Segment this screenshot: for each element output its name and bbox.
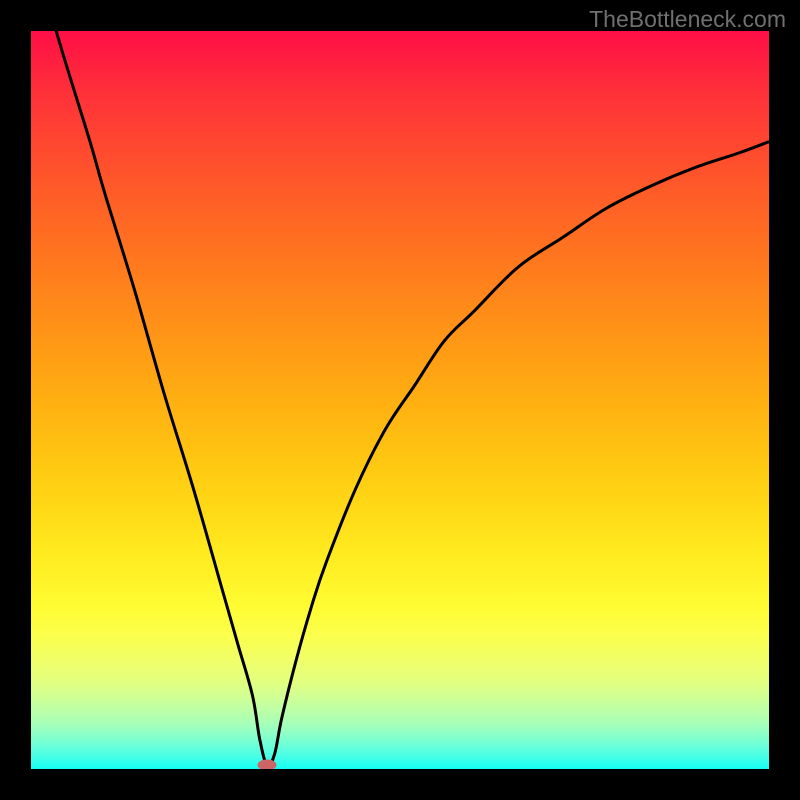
chart-frame: TheBottleneck.com: [0, 0, 800, 800]
watermark-text: TheBottleneck.com: [589, 6, 786, 33]
bottleneck-curve: [31, 31, 769, 769]
plot-area: [31, 31, 769, 769]
minimum-marker: [258, 760, 277, 769]
